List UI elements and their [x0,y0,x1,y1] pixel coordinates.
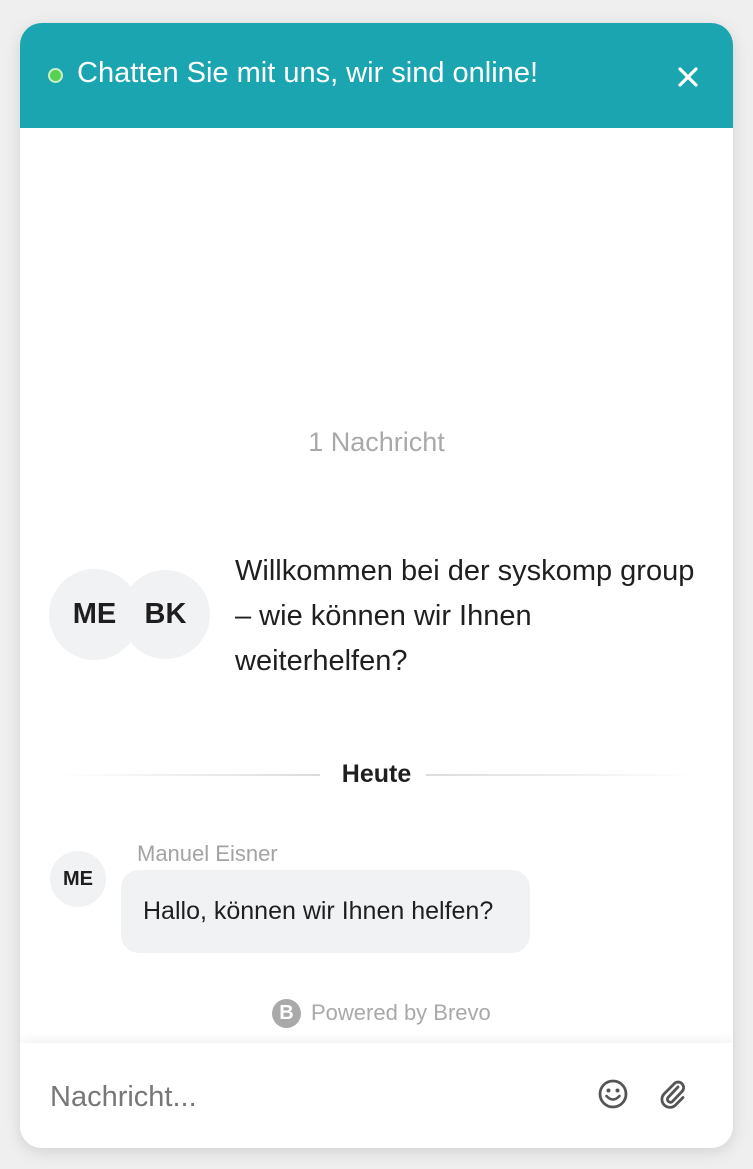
chat-header: Chatten Sie mit uns, wir sind online! [20,23,733,128]
attach-button[interactable] [656,1078,688,1110]
sender-name: Manuel Eisner [137,841,278,866]
emoji-button[interactable] [597,1078,629,1110]
message-count-label: 1 Nachricht [308,427,445,457]
message-composer [20,1043,733,1148]
close-icon [678,67,698,87]
chat-widget: Chatten Sie mit uns, wir sind online! 1 … [20,23,733,1148]
avatar: ME [50,851,106,907]
online-status-icon [48,68,63,83]
date-divider-label: Heute [341,760,412,788]
paperclip-icon [660,1080,685,1109]
chat-title: Chatten Sie mit uns, wir sind online! [77,57,538,89]
powered-by-link[interactable]: B Powered by Brevo [272,998,491,1028]
welcome-message: Willkommen bei der syskomp group – wie k… [235,555,695,677]
powered-by-label: Powered by Brevo [311,1000,491,1025]
avatar: ME [49,569,140,660]
brevo-logo-icon: B [272,998,301,1028]
message-input[interactable] [48,1073,572,1121]
message-bubble: Hallo, können wir Ihnen helfen? [121,870,530,953]
message-text: Hallo, können wir Ihnen helfen? [143,897,494,925]
emoji-icon [598,1079,628,1109]
close-button[interactable] [672,61,704,93]
